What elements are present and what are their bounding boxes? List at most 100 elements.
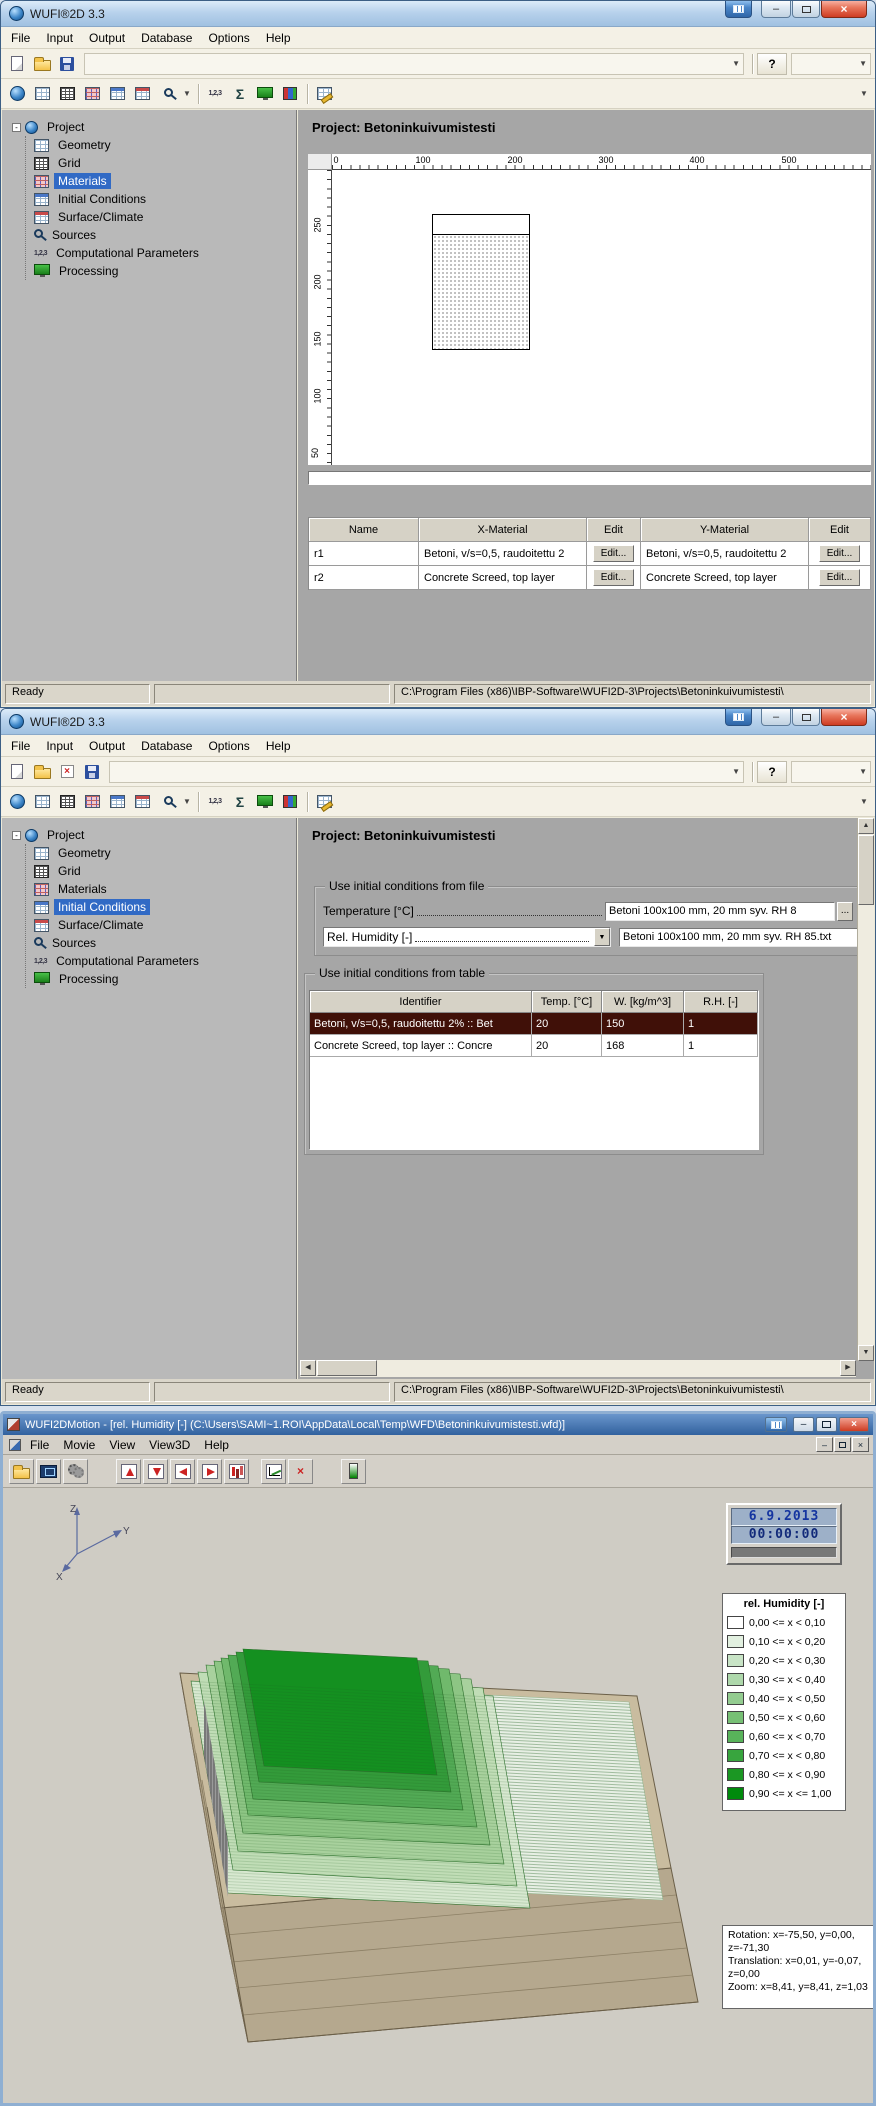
grid-button[interactable] <box>55 82 79 106</box>
menu-view3d[interactable]: View3D <box>142 1435 197 1455</box>
surface-plot[interactable] <box>111 1580 711 2080</box>
graph-button[interactable] <box>261 1459 286 1484</box>
menu-view[interactable]: View <box>102 1435 142 1455</box>
tree-item-computational-parameters[interactable]: 1,2,3Computational Parameters <box>34 244 292 262</box>
tree-item-sources[interactable]: Sources <box>34 226 292 244</box>
menu-file[interactable]: File <box>23 1435 56 1455</box>
tree-expander[interactable]: - <box>12 123 21 132</box>
toolbar-combobox[interactable]: ▼ <box>84 53 744 75</box>
chevron-down-icon[interactable]: ▼ <box>594 928 610 946</box>
browse-button[interactable]: ... <box>837 902 853 921</box>
tree-item-surface-climate[interactable]: Surface/Climate <box>34 916 292 934</box>
initial-conditions-button[interactable] <box>105 82 129 106</box>
save-button[interactable] <box>80 760 104 784</box>
minimize-button[interactable]: – <box>761 1 791 18</box>
sources-button[interactable] <box>155 82 179 106</box>
column-header-name[interactable]: Name <box>309 518 419 542</box>
window-extra-button[interactable] <box>765 1417 787 1432</box>
quantity-button-5[interactable] <box>224 1459 249 1484</box>
help-combobox[interactable]: ▼ <box>791 761 871 783</box>
menu-input[interactable]: Input <box>38 27 81 48</box>
tree-item-computational-parameters[interactable]: 1,2,3Computational Parameters <box>34 952 292 970</box>
column-header-temp[interactable]: Temp. [°C] <box>532 991 602 1013</box>
close-result-button[interactable]: × <box>288 1459 313 1484</box>
project-button[interactable] <box>5 790 29 814</box>
scroll-right-button[interactable]: ▶ <box>840 1360 856 1376</box>
view3d-button[interactable] <box>36 1459 61 1484</box>
tree-item-processing[interactable]: Processing <box>34 970 292 988</box>
edit-grid-button[interactable] <box>312 82 336 106</box>
project-button[interactable] <box>5 82 29 106</box>
edit-y-material-button[interactable]: Edit... <box>819 545 861 562</box>
save-button[interactable] <box>55 52 79 76</box>
surface-climate-button[interactable] <box>130 82 154 106</box>
quantity-button-2[interactable] <box>143 1459 168 1484</box>
menu-output[interactable]: Output <box>81 27 133 48</box>
menu-input[interactable]: Input <box>38 735 81 756</box>
tree-item-project[interactable]: - Project <box>12 826 292 844</box>
close-button[interactable]: × <box>839 1417 869 1432</box>
column-header-rh[interactable]: R.H. [-] <box>684 991 758 1013</box>
tree-item-grid[interactable]: Grid <box>34 154 292 172</box>
geometry-top-layer[interactable] <box>433 215 529 235</box>
processing-button[interactable]: Σ <box>228 82 252 106</box>
quantity-button-4[interactable] <box>197 1459 222 1484</box>
title-bar[interactable]: WUFI®2D 3.3 – × <box>1 1 875 27</box>
toolbar-overflow-dropdown[interactable]: ▼ <box>857 791 871 813</box>
maximize-button[interactable] <box>792 709 820 726</box>
menu-database[interactable]: Database <box>133 27 200 48</box>
scroll-up-button[interactable]: ▲ <box>858 818 874 834</box>
open-button[interactable] <box>30 52 54 76</box>
tree-expander[interactable]: - <box>12 831 21 840</box>
tree-item-processing[interactable]: Processing <box>34 262 292 280</box>
edit-grid-button[interactable] <box>312 790 336 814</box>
geometry-canvas[interactable]: 0 100 200 300 400 500 250 200 150 100 50 <box>308 154 871 465</box>
minimize-button[interactable]: – <box>793 1417 814 1432</box>
tree-item-project[interactable]: - Project <box>12 118 292 136</box>
menu-file[interactable]: File <box>3 27 38 48</box>
results-button[interactable] <box>253 790 277 814</box>
help-button[interactable]: ? <box>757 761 787 783</box>
menu-help[interactable]: Help <box>197 1435 236 1455</box>
help-button[interactable]: ? <box>757 53 787 75</box>
title-bar[interactable]: WUFI®2D 3.3 – × <box>1 709 875 735</box>
geometry-button[interactable] <box>30 82 54 106</box>
edit-x-material-button[interactable]: Edit... <box>593 569 635 586</box>
table-row[interactable]: Concrete Screed, top layer :: Concre 20 … <box>310 1035 758 1057</box>
scrollbar-thumb[interactable] <box>317 1360 377 1376</box>
column-header-edit[interactable]: Edit <box>587 518 641 542</box>
edit-y-material-button[interactable]: Edit... <box>819 569 861 586</box>
temperature-file-field[interactable]: Betoni 100x100 mm, 20 mm syv. RH 8 <box>605 902 835 921</box>
menu-help[interactable]: Help <box>258 735 299 756</box>
tree-item-initial-conditions[interactable]: Initial Conditions <box>34 898 292 916</box>
window-extra-button[interactable] <box>725 709 752 726</box>
processing-button[interactable]: Σ <box>228 790 252 814</box>
new-button[interactable] <box>5 760 29 784</box>
close-project-button[interactable]: × <box>55 760 79 784</box>
menu-help[interactable]: Help <box>258 27 299 48</box>
menu-movie[interactable]: Movie <box>56 1435 102 1455</box>
mdi-restore-button[interactable] <box>834 1437 851 1452</box>
scrollbar-thumb[interactable] <box>858 835 874 905</box>
drawing-area[interactable] <box>332 170 871 465</box>
legend-settings-button[interactable] <box>341 1459 366 1484</box>
material-database-button[interactable] <box>278 790 302 814</box>
quantity-button-3[interactable] <box>170 1459 195 1484</box>
minimize-button[interactable]: – <box>761 709 791 726</box>
tree-item-materials[interactable]: Materials <box>34 172 292 190</box>
menu-options[interactable]: Options <box>200 27 257 48</box>
materials-button[interactable] <box>80 790 104 814</box>
humidity-file-field[interactable]: Betoni 100x100 mm, 20 mm syv. RH 85.txt <box>619 928 866 947</box>
tree-item-geometry[interactable]: Geometry <box>34 844 292 862</box>
initial-conditions-button[interactable] <box>105 790 129 814</box>
grid-button[interactable] <box>55 790 79 814</box>
help-combobox[interactable]: ▼ <box>791 53 871 75</box>
column-header-y-material[interactable]: Y-Material <box>641 518 809 542</box>
menu-options[interactable]: Options <box>200 735 257 756</box>
tree-item-materials[interactable]: Materials <box>34 880 292 898</box>
tree-item-grid[interactable]: Grid <box>34 862 292 880</box>
toolbar-combobox[interactable]: ▼ <box>109 761 744 783</box>
materials-button[interactable] <box>80 82 104 106</box>
geometry-shape[interactable] <box>432 214 530 350</box>
column-header-identifier[interactable]: Identifier <box>310 991 532 1013</box>
